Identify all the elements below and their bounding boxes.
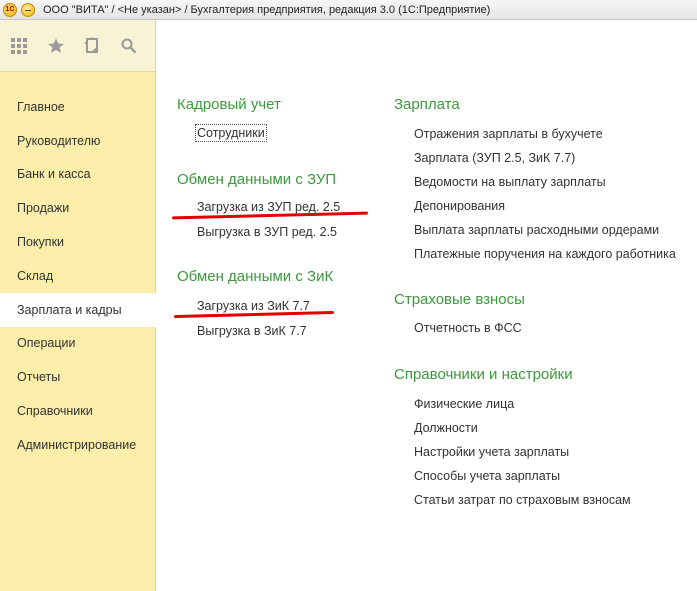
link-export-zup[interactable]: Выгрузка в ЗУП ред. 2.5: [197, 225, 337, 239]
group-title-salary: Зарплата: [394, 96, 460, 113]
link-employees[interactable]: Сотрудники: [195, 124, 267, 142]
link-payroll-statements[interactable]: Ведомости на выплату зарплаты: [414, 175, 606, 189]
link-import-zik[interactable]: Загрузка из ЗиК 7.7: [197, 299, 310, 313]
sidebar-item-operations[interactable]: Операции: [0, 327, 155, 361]
star-icon[interactable]: [45, 35, 67, 57]
group-title-zup: Обмен данными с ЗУП: [177, 171, 337, 188]
group-title-zik: Обмен данными с ЗиК: [177, 268, 334, 285]
window-titlebar: 1С ООО "ВИТА" / <Не указан> / Бухгалтери…: [0, 0, 697, 20]
sidebar-item-sales[interactable]: Продажи: [0, 191, 155, 225]
sidebar-item-main[interactable]: Главное: [0, 90, 155, 124]
sidebar-item-manager[interactable]: Руководителю: [0, 124, 155, 158]
link-fss-reporting[interactable]: Отчетность в ФСС: [414, 321, 522, 335]
main-menu-button[interactable]: [21, 2, 35, 17]
link-salary-zup-zik[interactable]: Зарплата (ЗУП 2.5, ЗиК 7.7): [414, 151, 575, 165]
history-icon[interactable]: [82, 35, 104, 57]
link-export-zik[interactable]: Выгрузка в ЗиК 7.7: [197, 324, 307, 338]
sections-sidebar: Главное Руководителю Банк и касса Продаж…: [0, 20, 156, 591]
sidebar-item-references[interactable]: Справочники: [0, 394, 155, 428]
sidebar-item-bank[interactable]: Банк и касса: [0, 158, 155, 192]
link-salary-methods[interactable]: Способы учета зарплаты: [414, 469, 560, 483]
sections-nav: Главное Руководителю Банк и касса Продаж…: [0, 72, 156, 462]
sidebar-item-warehouse[interactable]: Склад: [0, 259, 155, 293]
sidebar-toolbar: [0, 20, 155, 72]
apps-grid-icon[interactable]: [8, 35, 30, 57]
sidebar-item-admin[interactable]: Администрирование: [0, 428, 155, 462]
group-title-references: Справочники и настройки: [394, 366, 573, 383]
link-positions[interactable]: Должности: [414, 421, 478, 435]
group-title-hr: Кадровый учет: [177, 96, 281, 113]
link-individuals[interactable]: Физические лица: [414, 397, 514, 411]
link-salary-settings[interactable]: Настройки учета зарплаты: [414, 445, 569, 459]
search-icon[interactable]: [118, 35, 140, 57]
link-payment-orders[interactable]: Платежные поручения на каждого работника: [414, 247, 676, 261]
sidebar-item-salary[interactable]: Зарплата и кадры: [0, 292, 156, 327]
link-cash-payouts[interactable]: Выплата зарплаты расходными ордерами: [414, 223, 659, 237]
link-salary-accounting[interactable]: Отражения зарплаты в бухучете: [414, 127, 603, 141]
app-logo-icon: 1С: [3, 2, 17, 17]
group-title-insurance: Страховые взносы: [394, 291, 525, 308]
sidebar-item-reports[interactable]: Отчеты: [0, 360, 155, 394]
sidebar-item-purchases[interactable]: Покупки: [0, 225, 155, 259]
window-title: ООО "ВИТА" / <Не указан> / Бухгалтерия п…: [43, 3, 491, 16]
section-content: Кадровый учет Сотрудники Обмен данными с…: [171, 20, 696, 591]
link-deposits[interactable]: Депонирования: [414, 199, 505, 213]
link-insurance-cost-items[interactable]: Статьи затрат по страховым взносам: [414, 493, 631, 507]
